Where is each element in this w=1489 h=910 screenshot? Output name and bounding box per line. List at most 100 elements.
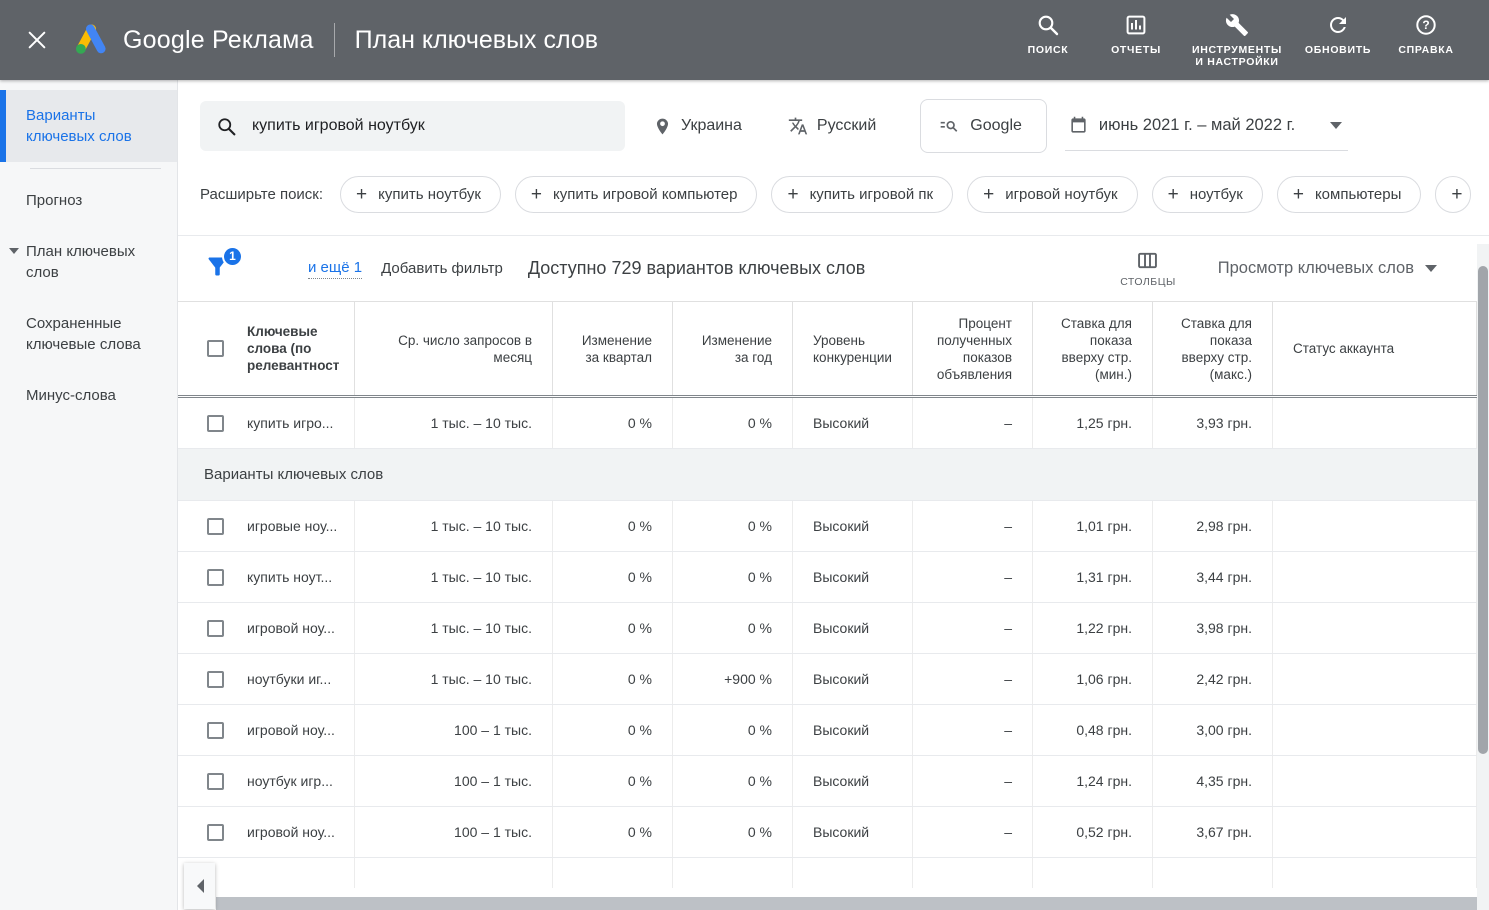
- column-header[interactable]: Изменение за квартал: [553, 302, 673, 395]
- keyword-chip[interactable]: +ноутбук: [1152, 176, 1263, 213]
- plus-icon: +: [983, 185, 994, 204]
- chip-partial[interactable]: +: [1435, 176, 1471, 213]
- cell-impr_share: –: [913, 501, 1033, 551]
- cell-bid_max: [1153, 858, 1273, 888]
- keyword-chip[interactable]: +компьютеры: [1277, 176, 1422, 213]
- cell-status: [1273, 654, 1477, 704]
- column-header[interactable]: Ключевые слова (по релевантност: [178, 302, 355, 395]
- table-row: игровые ноу...1 тыс. – 10 тыс.0 %0 %Высо…: [178, 501, 1477, 552]
- keyword-cell: ноутбуки иг...: [178, 654, 355, 704]
- topbar-tools-button[interactable]: ИНСТРУМЕНТЫ И НАСТРОЙКИ: [1185, 9, 1289, 72]
- sidebar-item-saved-keywords[interactable]: Сохраненные ключевые слова: [0, 298, 177, 370]
- location-pin-icon: [653, 117, 672, 136]
- plus-icon: +: [356, 185, 367, 204]
- topbar-refresh-button[interactable]: ОБНОВИТЬ: [1299, 9, 1377, 60]
- cell-competition: [793, 858, 913, 888]
- cell-status: [1273, 858, 1477, 888]
- chevron-down-icon[interactable]: [9, 248, 19, 254]
- network-selector[interactable]: Google: [920, 99, 1047, 153]
- keyword-chip[interactable]: +купить игровой пк: [771, 176, 953, 213]
- location-selector[interactable]: Украина: [653, 117, 742, 136]
- cell-bid_max: 4,35 грн.: [1153, 756, 1273, 806]
- horizontal-scrollbar-thumb[interactable]: [216, 897, 1489, 910]
- cell-change_year: 0 %: [673, 501, 793, 551]
- cell-change_year: 0 %: [673, 603, 793, 653]
- help-icon: ?: [1414, 13, 1438, 37]
- available-keywords-text: Доступно 729 вариантов ключевых слов: [528, 258, 865, 279]
- cell-bid_max: 3,44 грн.: [1153, 552, 1273, 602]
- topbar-reports-button[interactable]: ОТЧЕТЫ: [1097, 9, 1175, 60]
- cell-bid_max: 3,67 грн.: [1153, 807, 1273, 857]
- plus-icon: +: [1293, 185, 1304, 204]
- add-filter-button[interactable]: Добавить фильтр: [381, 260, 503, 277]
- columns-button[interactable]: СТОЛБЦЫ: [1120, 249, 1176, 288]
- cell-bid_min: 0,48 грн.: [1033, 705, 1153, 755]
- cell-status: [1273, 807, 1477, 857]
- cell-status: [1273, 552, 1477, 602]
- select-all-checkbox[interactable]: [207, 340, 224, 357]
- horizontal-scrollbar[interactable]: [216, 897, 1489, 910]
- cell-searches: 1 тыс. – 10 тыс.: [355, 654, 553, 704]
- cell-impr_share: –: [913, 705, 1033, 755]
- cell-searches: 100 – 1 тыс.: [355, 756, 553, 806]
- row-checkbox[interactable]: [207, 518, 224, 535]
- cell-status: [1273, 603, 1477, 653]
- sidebar-item-negative-keywords[interactable]: Минус-слова: [0, 370, 177, 421]
- view-selector[interactable]: Просмотр ключевых слов: [1218, 259, 1437, 278]
- cell-change_year: +900 %: [673, 654, 793, 704]
- columns-icon: [1136, 249, 1159, 272]
- keyword-cell: купить игро...: [178, 398, 355, 448]
- cell-bid_max: 3,98 грн.: [1153, 603, 1273, 653]
- svg-text:?: ?: [1422, 18, 1429, 32]
- row-checkbox[interactable]: [207, 569, 224, 586]
- topbar-search-button[interactable]: ПОИСК: [1009, 9, 1087, 60]
- table-row: купить ноут...1 тыс. – 10 тыс.0 %0 %Высо…: [178, 552, 1477, 603]
- cell-bid_min: 1,25 грн.: [1033, 398, 1153, 448]
- row-checkbox[interactable]: [207, 773, 224, 790]
- column-header[interactable]: Статус аккаунта: [1273, 302, 1477, 395]
- table-header: Ключевые слова (по релевантностСр. число…: [178, 302, 1477, 398]
- sidebar-item-keyword-ideas[interactable]: Варианты ключевых слов: [0, 90, 177, 162]
- close-icon[interactable]: [16, 19, 58, 61]
- column-header[interactable]: Ставка для показа вверху стр. (мин.): [1033, 302, 1153, 395]
- column-header[interactable]: Ставка для показа вверху стр. (макс.): [1153, 302, 1273, 395]
- row-checkbox[interactable]: [207, 671, 224, 688]
- column-header[interactable]: Процент полученных показов объявления: [913, 302, 1033, 395]
- column-header[interactable]: Изменение за год: [673, 302, 793, 395]
- row-checkbox[interactable]: [207, 620, 224, 637]
- more-filters-link[interactable]: и ещё 1: [308, 259, 362, 279]
- table-body: купить игро...1 тыс. – 10 тыс.0 %0 %Высо…: [178, 398, 1477, 888]
- cell-change_year: [673, 858, 793, 888]
- row-checkbox[interactable]: [207, 722, 224, 739]
- chevron-down-icon: [1425, 265, 1437, 272]
- filter-bar: 1 и ещё 1 Добавить фильтр Доступно 729 в…: [178, 235, 1489, 302]
- page-title: План ключевых слов: [355, 26, 598, 55]
- keyword-cell: игровой ноу...: [178, 807, 355, 857]
- keyword-search-input[interactable]: купить игровой ноутбук: [200, 101, 625, 151]
- scroll-left-button[interactable]: [184, 863, 215, 909]
- cell-status: [1273, 398, 1477, 448]
- column-header[interactable]: Уровень конкуренции: [793, 302, 913, 395]
- keyword-chips: +купить ноутбук +купить игровой компьютер…: [340, 176, 1421, 213]
- sidebar-item-keyword-plan[interactable]: План ключевых слов: [0, 226, 177, 298]
- keyword-cell: купить ноут...: [178, 552, 355, 602]
- google-ads-logo: Google Реклама: [72, 21, 314, 59]
- vertical-scrollbar[interactable]: [1477, 244, 1489, 910]
- date-range-selector[interactable]: июнь 2021 г. – май 2022 г.: [1065, 102, 1348, 151]
- brand-name: Google Реклама: [123, 26, 314, 55]
- keyword-chip[interactable]: +купить ноутбук: [340, 176, 501, 213]
- topbar-help-button[interactable]: ? СПРАВКА: [1387, 9, 1465, 60]
- row-checkbox[interactable]: [207, 824, 224, 841]
- filter-funnel-icon[interactable]: 1: [204, 253, 234, 285]
- keyword-chip[interactable]: +игровой ноутбук: [967, 176, 1138, 213]
- language-selector[interactable]: Русский: [788, 116, 876, 136]
- vertical-scrollbar-thumb[interactable]: [1478, 266, 1488, 754]
- cell-change_year: 0 %: [673, 756, 793, 806]
- column-header[interactable]: Ср. число запросов в месяц: [355, 302, 553, 395]
- cell-impr_share: –: [913, 807, 1033, 857]
- cell-competition: Высокий: [793, 654, 913, 704]
- keyword-chip[interactable]: +купить игровой компьютер: [515, 176, 758, 213]
- row-checkbox[interactable]: [207, 415, 224, 432]
- search-icon: [216, 116, 237, 137]
- sidebar-item-forecast[interactable]: Прогноз: [0, 175, 177, 226]
